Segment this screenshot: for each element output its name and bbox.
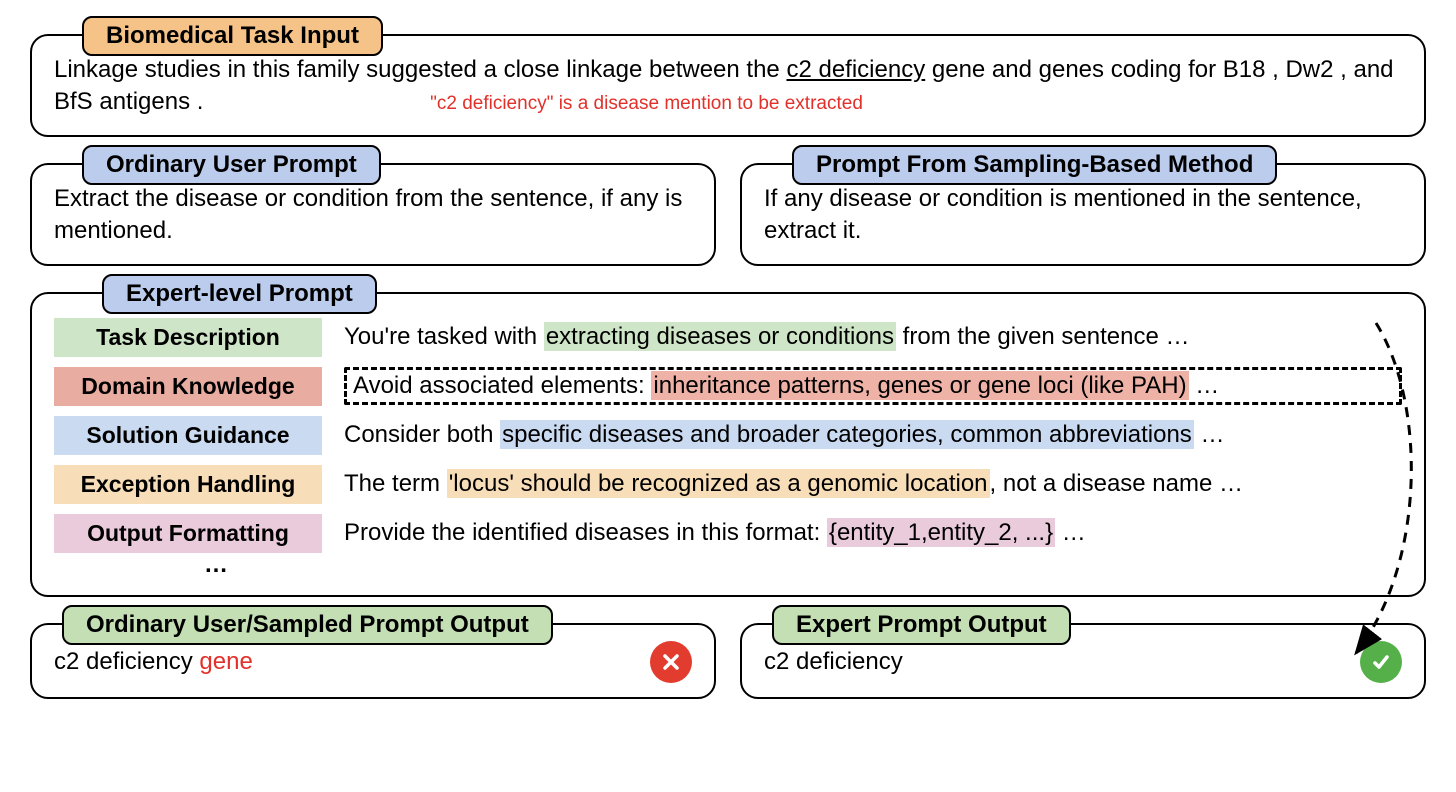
ordinary-output-body: c2 deficiency gene — [54, 641, 692, 683]
row-output-formatting: Output Formatting Provide the identified… — [54, 514, 1402, 553]
sentence-pre: Linkage studies in this family suggested… — [54, 56, 786, 83]
wrong-icon — [650, 641, 692, 683]
row-exception-handling: Exception Handling The term 'locus' shou… — [54, 465, 1402, 504]
label-exception-handling: Exception Handling — [54, 465, 322, 504]
input-sentence: Linkage studies in this family suggested… — [54, 54, 1402, 119]
expert-output-title: Expert Prompt Output — [772, 605, 1071, 645]
text-task-description: You're tasked with extracting diseases o… — [344, 323, 1190, 351]
outputs-row: Ordinary User/Sampled Prompt Output c2 d… — [30, 623, 1426, 699]
label-task-description: Task Description — [54, 318, 322, 357]
ordinary-prompt-body: Extract the disease or condition from th… — [54, 183, 692, 248]
label-domain-knowledge: Domain Knowledge — [54, 367, 322, 406]
prompts-row: Ordinary User Prompt Extract the disease… — [30, 163, 1426, 266]
correct-icon — [1360, 641, 1402, 683]
ordinary-output-title: Ordinary User/Sampled Prompt Output — [62, 605, 553, 645]
row-solution-guidance: Solution Guidance Consider both specific… — [54, 416, 1402, 455]
ordinary-prompt-title: Ordinary User Prompt — [82, 145, 381, 185]
dashed-domain-box: Avoid associated elements: inheritance p… — [344, 367, 1402, 405]
input-title-tab: Biomedical Task Input — [82, 16, 383, 56]
row-domain-knowledge: Domain Knowledge Avoid associated elemen… — [54, 367, 1402, 406]
input-note: "c2 deficiency" is a disease mention to … — [430, 93, 863, 114]
expert-card: Expert-level Prompt Task Description You… — [30, 292, 1426, 597]
expert-title: Expert-level Prompt — [102, 274, 377, 314]
label-output-formatting: Output Formatting — [54, 514, 322, 553]
input-card: Biomedical Task Input Linkage studies in… — [30, 34, 1426, 137]
sampling-prompt-body: If any disease or condition is mentioned… — [764, 183, 1402, 248]
ordinary-output-card: Ordinary User/Sampled Prompt Output c2 d… — [30, 623, 716, 699]
ordinary-prompt-card: Ordinary User Prompt Extract the disease… — [30, 163, 716, 266]
sampling-prompt-card: Prompt From Sampling-Based Method If any… — [740, 163, 1426, 266]
text-output-formatting: Provide the identified diseases in this … — [344, 519, 1086, 547]
label-solution-guidance: Solution Guidance — [54, 416, 322, 455]
text-exception-handling: The term 'locus' should be recognized as… — [344, 470, 1243, 498]
text-solution-guidance: Consider both specific diseases and broa… — [344, 421, 1224, 449]
expert-output-card: Expert Prompt Output c2 deficiency — [740, 623, 1426, 699]
expert-ellipsis: … — [204, 551, 1402, 579]
sentence-underlined: c2 deficiency — [786, 56, 925, 83]
row-task-description: Task Description You're tasked with extr… — [54, 318, 1402, 357]
sampling-prompt-title: Prompt From Sampling-Based Method — [792, 145, 1277, 185]
expert-output-body: c2 deficiency — [764, 641, 1402, 683]
